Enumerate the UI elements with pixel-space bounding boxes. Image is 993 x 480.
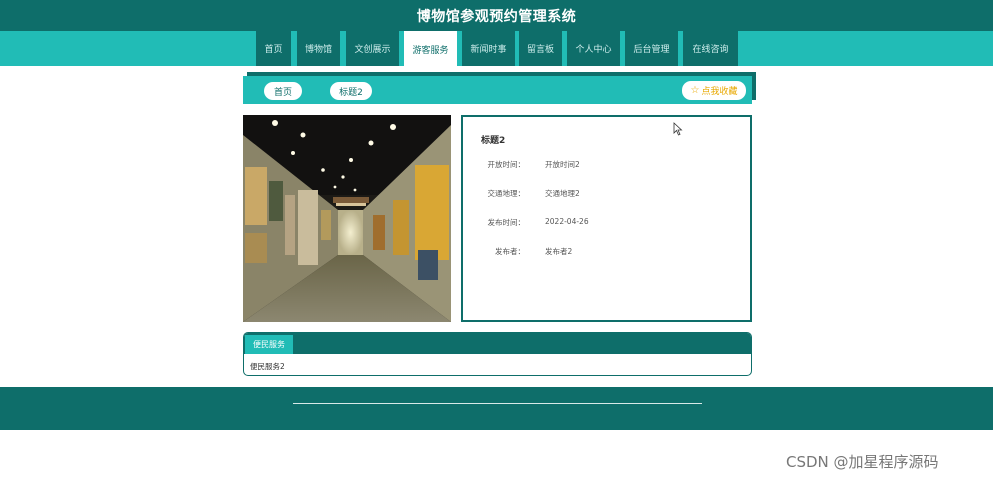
nav-item-visitor-service[interactable]: 游客服务 — [404, 31, 457, 67]
nav-item-home[interactable]: 首页 — [256, 31, 291, 66]
footer-divider — [293, 403, 702, 404]
detail-title: 标题2 — [481, 136, 506, 146]
breadcrumb — [243, 76, 752, 104]
watermark: CSDN @加星程序源码 — [786, 453, 939, 471]
field-label-publish-time: 发布时间： — [487, 218, 526, 227]
star-icon: ☆ — [690, 85, 700, 96]
favorite-button[interactable]: ☆ 点我收藏 — [682, 81, 746, 100]
breadcrumb-current: 标题2 — [330, 82, 372, 100]
museum-hall-photo — [243, 115, 451, 322]
field-value-publish-time: 2022-04-26 — [545, 217, 589, 226]
nav-item-personal-center[interactable]: 个人中心 — [567, 31, 620, 66]
field-label-transport: 交通地理： — [487, 189, 526, 198]
nav-item-message-board[interactable]: 留言板 — [519, 31, 562, 66]
field-value-publisher: 发布者2 — [545, 247, 573, 256]
service-content: 便民服务2 — [250, 362, 285, 371]
tab-convenience-service[interactable]: 便民服务 — [245, 335, 293, 354]
service-panel: 便民服务 便民服务2 — [243, 332, 752, 376]
footer — [0, 387, 993, 430]
nav-item-news[interactable]: 新闻时事 — [462, 31, 515, 66]
breadcrumb-home-link[interactable]: 首页 — [264, 82, 302, 100]
detail-info-box: 标题2 开放时间： 开放时间2 交通地理： 交通地理2 发布时间： 2022-0… — [461, 115, 752, 322]
field-value-transport: 交通地理2 — [545, 189, 580, 198]
main-nav: 首页 博物馆 文创展示 游客服务 新闻时事 留言板 个人中心 后台管理 在线咨询 — [0, 31, 993, 67]
favorite-button-label: 点我收藏 — [701, 87, 738, 97]
site-title: 博物馆参观预约管理系统 — [416, 9, 577, 25]
service-panel-header: 便民服务 — [244, 333, 751, 354]
nav-item-cultural-products[interactable]: 文创展示 — [346, 31, 399, 66]
nav-item-museum[interactable]: 博物馆 — [297, 31, 340, 66]
mouse-cursor-icon — [673, 122, 683, 136]
header-bar: 博物馆参观预约管理系统 — [0, 0, 993, 31]
field-label-publisher: 发布者： — [495, 247, 525, 256]
nav-item-online-consult[interactable]: 在线咨询 — [683, 31, 738, 66]
nav-item-admin[interactable]: 后台管理 — [625, 31, 678, 66]
field-value-opening-hours: 开放时间2 — [545, 160, 580, 169]
field-label-opening-hours: 开放时间： — [487, 160, 526, 169]
